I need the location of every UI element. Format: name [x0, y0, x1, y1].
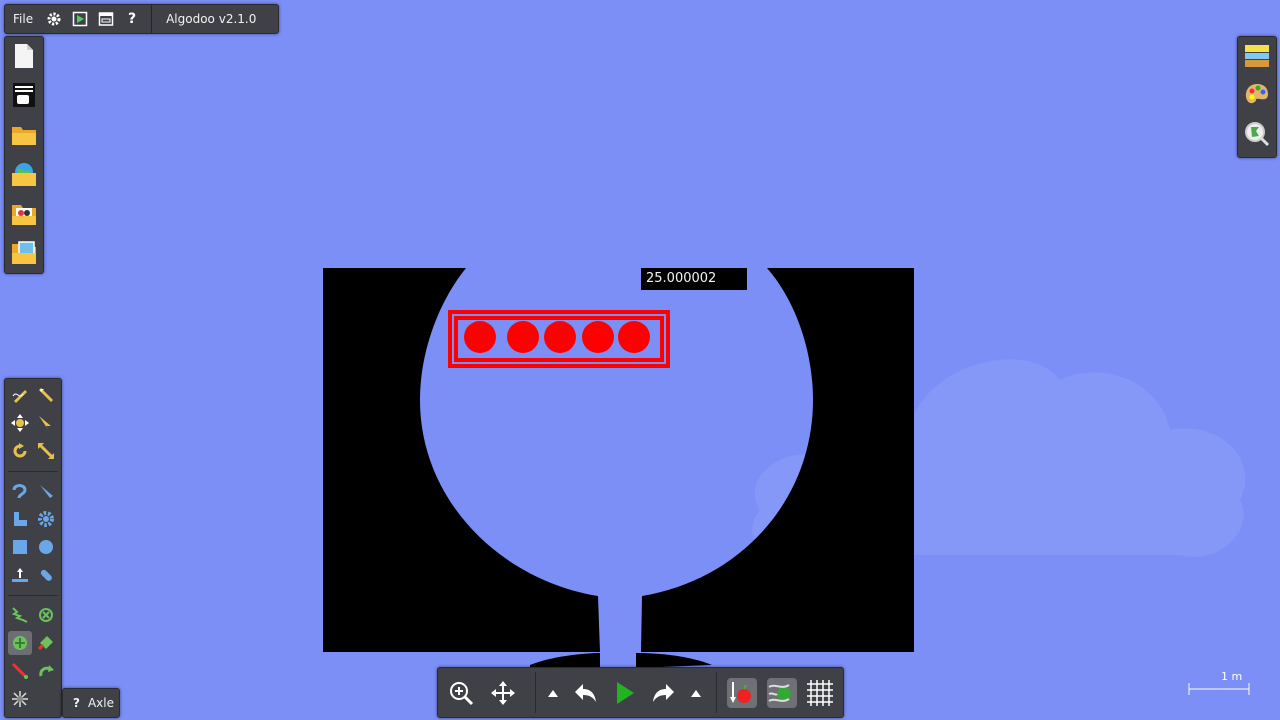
red-ball[interactable] — [507, 321, 539, 353]
value-readout: 25.000002 — [641, 268, 747, 290]
axle-tool-icon[interactable] — [8, 631, 32, 655]
right-toolbar — [1237, 36, 1277, 158]
red-ball[interactable] — [544, 321, 576, 353]
help-icon[interactable]: ? — [119, 5, 145, 33]
tool-separator — [8, 471, 58, 472]
move-tool-icon[interactable] — [8, 411, 32, 435]
lower-right-bump — [636, 653, 712, 668]
balls-group[interactable] — [464, 321, 650, 353]
red-ball[interactable] — [618, 321, 650, 353]
spring-tool-icon[interactable] — [8, 603, 32, 627]
laser-tool-icon[interactable] — [8, 687, 32, 711]
open-image-icon[interactable] — [10, 237, 38, 267]
color-palette-icon[interactable] — [1242, 80, 1272, 110]
tracer-tool-icon[interactable] — [8, 659, 32, 683]
chain-tool-icon[interactable] — [34, 563, 58, 587]
grid-icon[interactable] — [805, 678, 835, 708]
redo-icon[interactable] — [648, 678, 678, 708]
pan-icon[interactable] — [488, 678, 518, 708]
control-separator — [716, 672, 717, 713]
scale-tool-icon[interactable] — [34, 439, 58, 463]
toolbar-separator — [151, 5, 153, 33]
open-world-icon[interactable] — [10, 159, 38, 189]
circle-tool-icon[interactable] — [34, 535, 58, 559]
scene-properties-icon[interactable] — [10, 80, 38, 110]
undo-options-icon[interactable] — [538, 678, 568, 708]
tool-help-tip[interactable]: ? Axle — [62, 688, 120, 718]
zoom-icon[interactable] — [446, 678, 476, 708]
fixate-tool-icon[interactable] — [34, 603, 58, 627]
open-phunlet-icon[interactable] — [10, 198, 38, 228]
control-separator — [535, 672, 536, 713]
settings-gear-icon[interactable] — [41, 5, 67, 33]
background-layers-icon[interactable] — [1242, 41, 1272, 71]
window-icon[interactable] — [93, 5, 119, 33]
open-folder-icon[interactable] — [10, 120, 38, 150]
help-question-icon: ? — [73, 696, 80, 710]
new-scene-icon[interactable] — [10, 41, 38, 71]
right-ground-shape[interactable] — [641, 268, 914, 652]
hinge-tool-icon[interactable] — [34, 659, 58, 683]
app-title: Algodoo v2.1.0 — [166, 12, 257, 26]
thruster-tool-icon[interactable] — [34, 631, 58, 655]
current-tool-label: Axle — [87, 696, 114, 710]
redo-options-icon[interactable] — [681, 678, 711, 708]
play-icon[interactable] — [609, 678, 639, 708]
top-menu-bar: File ? Algodoo v2.1.0 — [4, 4, 279, 34]
knife-tool-icon[interactable] — [34, 479, 58, 503]
rotate-tool-icon[interactable] — [8, 439, 32, 463]
lower-left-bump — [530, 653, 600, 668]
scene-canvas[interactable] — [0, 0, 1280, 720]
red-ball[interactable] — [582, 321, 614, 353]
rope-tool-icon[interactable] — [8, 479, 32, 503]
plane-tool-icon[interactable] — [8, 563, 32, 587]
brush-tool-icon[interactable] — [8, 507, 32, 531]
gravity-icon[interactable] — [727, 678, 757, 708]
gear-tool-icon[interactable] — [34, 507, 58, 531]
drag-tool-icon[interactable] — [34, 411, 58, 435]
undo-icon[interactable] — [571, 678, 601, 708]
sketch-tool-icon[interactable] — [8, 383, 32, 407]
air-friction-icon[interactable] — [767, 678, 797, 708]
file-toolbar — [4, 36, 44, 274]
tool-palette — [4, 378, 62, 718]
tool-separator — [8, 595, 58, 596]
play-scene-icon[interactable] — [67, 5, 93, 33]
box-tool-icon[interactable] — [8, 535, 32, 559]
simulation-control-bar — [437, 667, 844, 718]
red-ball[interactable] — [464, 321, 496, 353]
zoom-visualize-icon[interactable] — [1242, 119, 1272, 149]
file-menu[interactable]: File — [5, 5, 41, 33]
cut-tool-icon[interactable] — [34, 383, 58, 407]
scale-label: 1 m — [1221, 670, 1243, 683]
